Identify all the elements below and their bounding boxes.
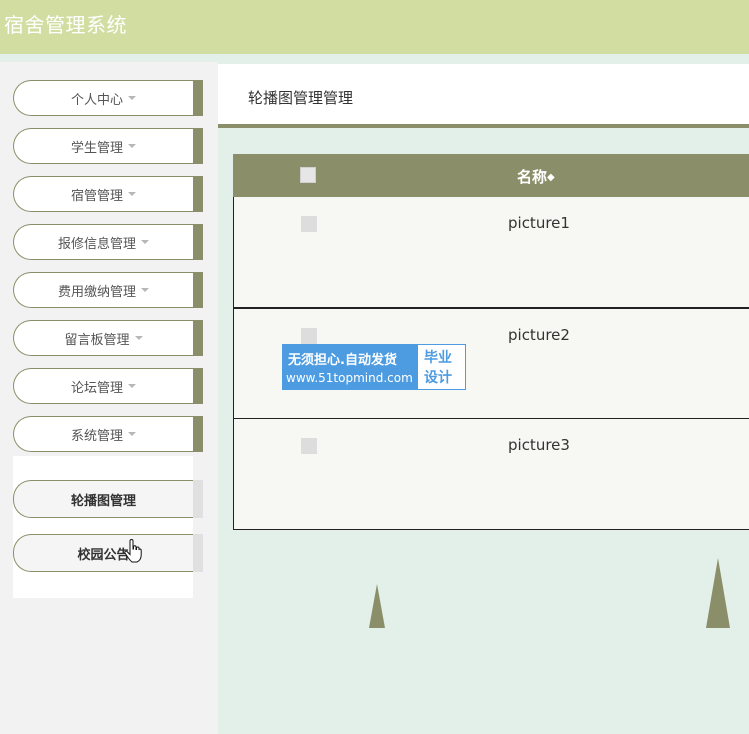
carousel-table: 名称◆ picture1 picture2 picture3 — [233, 154, 749, 530]
sidebar-item-label: 报修信息管理 — [57, 236, 136, 252]
caret-down-icon — [128, 144, 136, 148]
row-name-cell: picture1 — [508, 214, 570, 232]
watermark-badge: 无须担心.自动发货 www.51topmind.com 毕业 设计 — [282, 344, 466, 390]
sidebar-item-tab — [193, 80, 203, 116]
caret-down-icon — [134, 336, 143, 340]
submenu-item-label: 轮播图管理 — [70, 493, 136, 509]
submenu-item-tab — [193, 534, 203, 572]
sidebar-item-label: 个人中心 — [70, 92, 123, 108]
caret-down-icon — [128, 96, 136, 100]
sidebar-item-forum[interactable]: 论坛管理 — [13, 368, 193, 404]
sidebar-item-tab — [193, 416, 203, 452]
sidebar-item-label: 学生管理 — [70, 140, 123, 156]
sidebar-item-system[interactable]: 系统管理 — [13, 416, 193, 452]
column-header-name[interactable]: 名称◆ — [517, 166, 555, 187]
sidebar-item-personal-center[interactable]: 个人中心 — [13, 80, 193, 116]
sidebar-item-repairs[interactable]: 报修信息管理 — [13, 224, 193, 260]
system-submenu — [13, 456, 193, 598]
caret-down-icon — [141, 288, 149, 292]
row-name-cell: picture3 — [508, 436, 570, 454]
table-row[interactable]: picture1 — [233, 197, 749, 308]
content-header: 轮播图管理管理 — [218, 64, 749, 128]
submenu-item-notice[interactable]: 校园公告 — [13, 534, 193, 572]
app-title: 宿舍管理系统 — [4, 13, 127, 37]
sidebar-item-label: 论坛管理 — [70, 380, 123, 396]
sidebar-item-tab — [193, 272, 203, 308]
submenu-item-carousel[interactable]: 轮播图管理 — [13, 480, 193, 518]
tree-decoration-icon — [706, 558, 730, 628]
watermark-right-line2: 设计 — [424, 370, 452, 386]
caret-down-icon — [128, 192, 136, 196]
submenu-item-tab — [193, 480, 203, 518]
sidebar-item-message-board[interactable]: 留言板管理 — [13, 320, 193, 356]
caret-down-icon — [128, 384, 136, 388]
sidebar-item-tab — [193, 320, 203, 356]
sidebar-item-label: 系统管理 — [70, 428, 123, 444]
caret-down-icon — [141, 240, 149, 244]
sidebar-item-label: 宿管管理 — [70, 188, 123, 204]
select-all-checkbox[interactable] — [300, 167, 316, 183]
sidebar-item-tab — [193, 128, 203, 164]
column-header-label: 名称 — [517, 168, 548, 186]
sidebar-item-label: 留言板管理 — [64, 332, 130, 348]
sidebar-item-tab — [193, 224, 203, 260]
top-bar: 宿舍管理系统 — [0, 0, 749, 54]
sort-icon[interactable]: ◆ — [547, 172, 555, 183]
sidebar-item-students[interactable]: 学生管理 — [13, 128, 193, 164]
sidebar-item-dorm-managers[interactable]: 宿管管理 — [13, 176, 193, 212]
watermark-slogan: 无须担心.自动发货 — [288, 353, 397, 368]
page-title: 轮播图管理管理 — [248, 89, 354, 107]
row-checkbox[interactable] — [301, 328, 317, 344]
sidebar-item-tab — [193, 176, 203, 212]
table-header: 名称◆ — [233, 154, 749, 197]
sidebar-item-tab — [193, 368, 203, 404]
watermark-url: www.51topmind.com — [286, 371, 413, 385]
watermark-right-line1: 毕业 — [424, 350, 452, 366]
sidebar-item-fees[interactable]: 费用缴纳管理 — [13, 272, 193, 308]
row-checkbox[interactable] — [301, 216, 317, 232]
watermark-left: 无须担心.自动发货 www.51topmind.com — [283, 345, 418, 389]
table-row[interactable]: picture3 — [233, 419, 749, 530]
caret-down-icon — [128, 432, 136, 436]
row-checkbox[interactable] — [301, 438, 317, 454]
row-name-cell: picture2 — [508, 326, 570, 344]
sidebar-item-label: 费用缴纳管理 — [57, 284, 136, 300]
hand-cursor-icon — [124, 539, 142, 563]
submenu-item-label: 校园公告 — [77, 547, 130, 563]
tree-decoration-icon — [369, 584, 385, 628]
watermark-right: 毕业 设计 — [418, 345, 465, 389]
